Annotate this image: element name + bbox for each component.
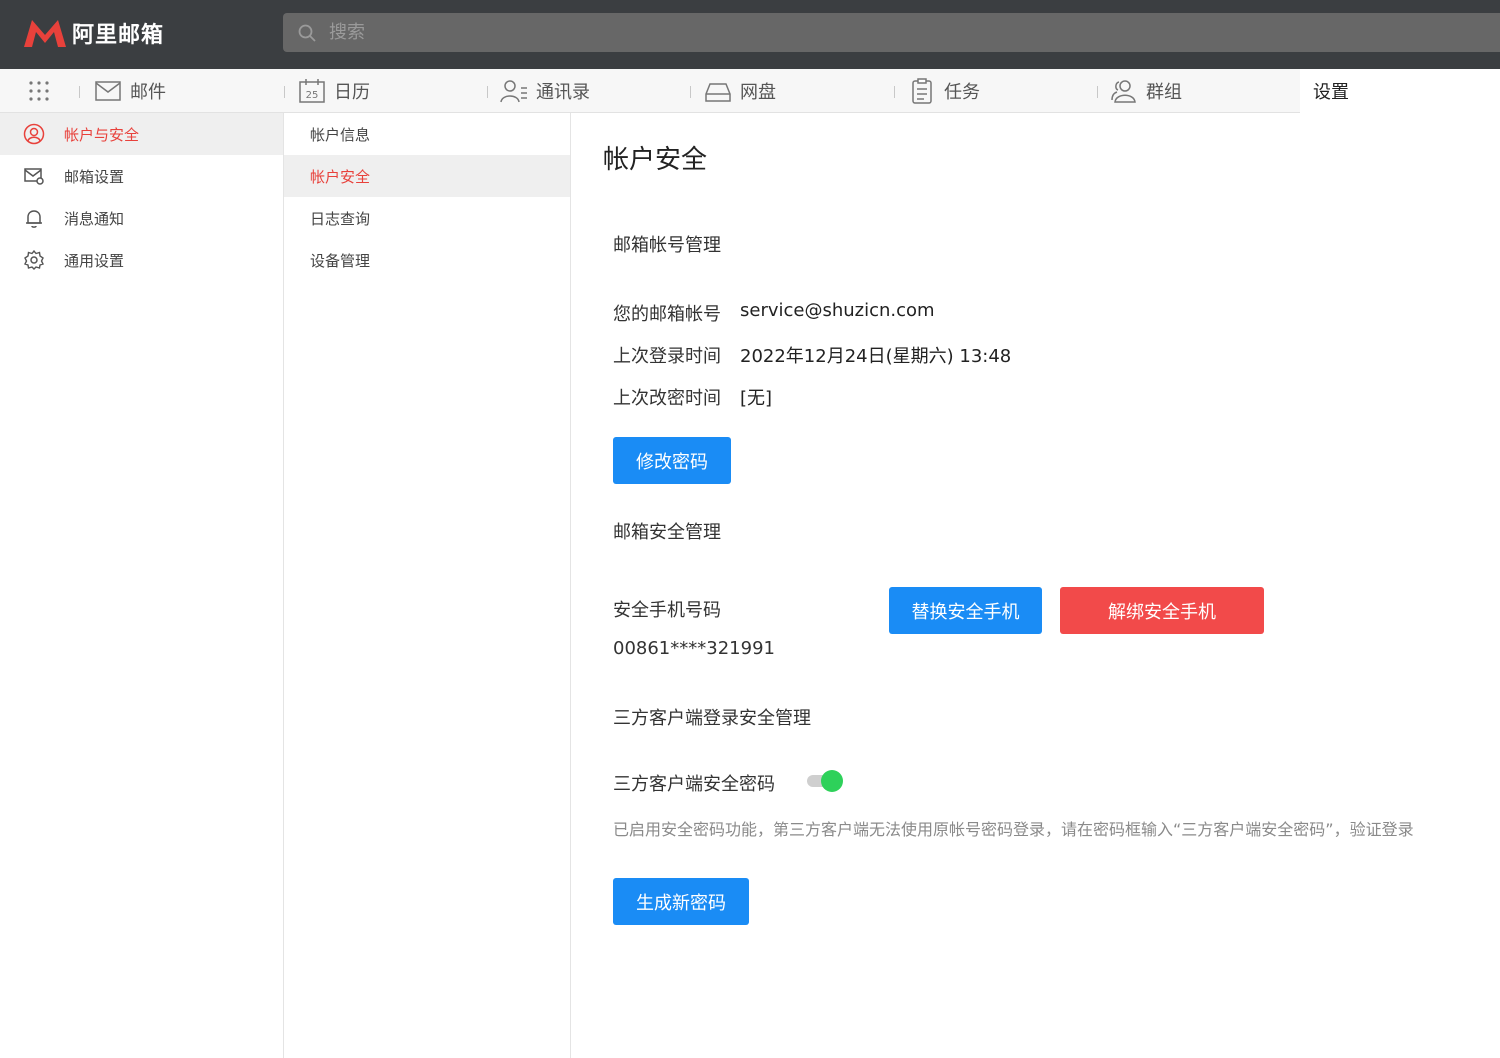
sidebar-item-label: 邮箱设置: [64, 167, 125, 186]
sidebar-item-notifications[interactable]: 消息通知: [0, 197, 283, 239]
client-password-hint: 已启用安全密码功能，第三方客户端无法使用原帐号密码登录，请在密码框输入“三方客户…: [613, 820, 1414, 839]
page-title: 帐户安全: [603, 145, 708, 175]
sidebar-item-mailbox-settings[interactable]: 邮箱设置: [0, 155, 283, 197]
nav-tab-contacts[interactable]: 通讯录: [500, 69, 590, 113]
client-section-title: 三方客户端登录安全管理: [613, 708, 811, 729]
submenu-item-account-security[interactable]: 帐户安全: [284, 155, 570, 197]
task-icon: [912, 78, 932, 104]
search-icon: [298, 24, 316, 42]
security-phone-value: 00861****321991: [613, 638, 775, 659]
user-circle-icon: [23, 123, 45, 145]
main-content: 帐户安全 邮箱帐号管理 您的邮箱帐号 service@shuzicn.com 上…: [571, 113, 1500, 1058]
nav-tab-label: 设置: [1313, 82, 1349, 103]
sidebar-item-label: 消息通知: [64, 209, 125, 228]
last-login-label: 上次登录时间: [613, 346, 721, 367]
nav-tab-label: 任务: [944, 82, 980, 103]
nav-tab-label: 邮件: [130, 82, 166, 103]
sidebar-item-label: 通用设置: [64, 251, 125, 270]
mail-settings-icon: [24, 168, 44, 185]
group-icon: [1111, 80, 1136, 103]
generate-password-button[interactable]: 生成新密码: [613, 878, 749, 925]
account-submenu: 帐户信息 帐户安全 日志查询 设备管理: [284, 113, 571, 1058]
nav-separator: [487, 86, 488, 98]
last-login-value: 2022年12月24日(星期六) 13:48: [740, 346, 1012, 367]
nav-tab-settings[interactable]: 设置: [1300, 69, 1500, 113]
search-input[interactable]: [329, 22, 1229, 43]
nav-separator: [894, 86, 895, 98]
security-phone-label: 安全手机号码: [613, 600, 721, 621]
nav-separator: [690, 86, 691, 98]
nav-tab-label: 通讯录: [536, 82, 590, 103]
calendar-icon: 25: [299, 79, 325, 103]
client-password-label: 三方客户端安全密码: [613, 774, 775, 795]
email-label: 您的邮箱帐号: [613, 304, 721, 325]
top-bar: 阿里邮箱: [0, 0, 1500, 69]
app-logo[interactable]: 阿里邮箱: [22, 15, 164, 51]
nav-tab-tasks[interactable]: 任务: [908, 69, 980, 113]
search-box[interactable]: [283, 13, 1500, 52]
nav-tab-label: 网盘: [740, 82, 776, 103]
toggle-knob: [821, 770, 843, 792]
logo-m-icon: [24, 20, 66, 47]
nav-tab-mail[interactable]: 邮件: [94, 69, 166, 113]
submenu-item-device-management[interactable]: 设备管理: [284, 239, 570, 281]
last-password-change-label: 上次改密时间: [613, 388, 721, 409]
logo-text: 阿里邮箱: [72, 23, 165, 48]
nav-tab-calendar[interactable]: 25 日历: [298, 69, 370, 113]
mail-icon: [95, 81, 121, 101]
submenu-item-log-query[interactable]: 日志查询: [284, 197, 570, 239]
contacts-icon: [500, 80, 527, 103]
sidebar-item-account-security[interactable]: 帐户与安全: [0, 113, 283, 155]
calendar-day: 25: [306, 90, 319, 101]
nav-tab-drive[interactable]: 网盘: [704, 69, 776, 113]
nav-separator: [79, 86, 80, 98]
sidebar-item-label: 帐户与安全: [64, 125, 140, 144]
nav-tab-label: 群组: [1146, 82, 1182, 103]
nav-separator: [1097, 86, 1098, 98]
client-password-toggle[interactable]: [805, 770, 843, 792]
replace-phone-button[interactable]: 替换安全手机: [889, 587, 1042, 634]
change-password-button[interactable]: 修改密码: [613, 437, 731, 484]
bell-icon: [26, 210, 42, 228]
unbind-phone-button[interactable]: 解绑安全手机: [1060, 587, 1264, 634]
email-value: service@shuzicn.com: [740, 300, 935, 321]
security-section-title: 邮箱安全管理: [613, 522, 721, 543]
submenu-item-account-info[interactable]: 帐户信息: [284, 113, 570, 155]
settings-sidebar: 帐户与安全 邮箱设置 消息通知 通用设置: [0, 113, 284, 1058]
account-section-title: 邮箱帐号管理: [613, 235, 721, 256]
last-password-change-value: [无]: [740, 388, 773, 409]
gear-icon: [24, 249, 44, 270]
nav-tab-groups[interactable]: 群组: [1110, 69, 1182, 113]
module-nav: 邮件 25 日历 通讯录 网盘 任务 群组 设置: [0, 69, 1500, 113]
sidebar-item-general-settings[interactable]: 通用设置: [0, 239, 283, 281]
nav-tab-label: 日历: [334, 82, 370, 103]
nav-separator: [284, 86, 285, 98]
app-grid-icon[interactable]: [28, 80, 50, 102]
drive-icon: [705, 83, 731, 102]
